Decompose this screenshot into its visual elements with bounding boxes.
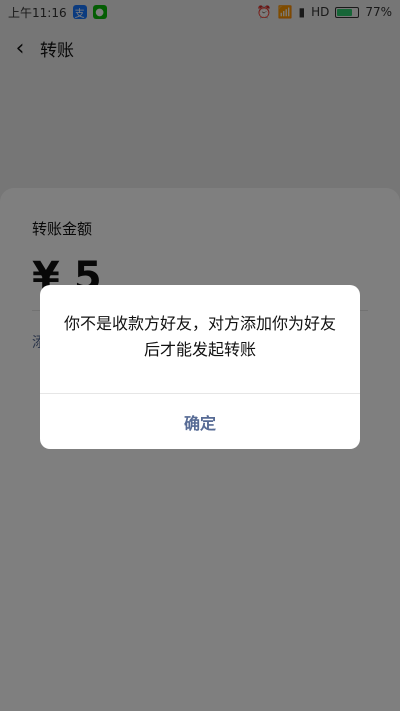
dialog-message: 你不是收款方好友，对方添加你为好友后才能发起转账 bbox=[64, 314, 337, 359]
alert-dialog: 你不是收款方好友，对方添加你为好友后才能发起转账 确定 bbox=[40, 285, 360, 449]
confirm-button[interactable]: 确定 bbox=[40, 394, 360, 449]
